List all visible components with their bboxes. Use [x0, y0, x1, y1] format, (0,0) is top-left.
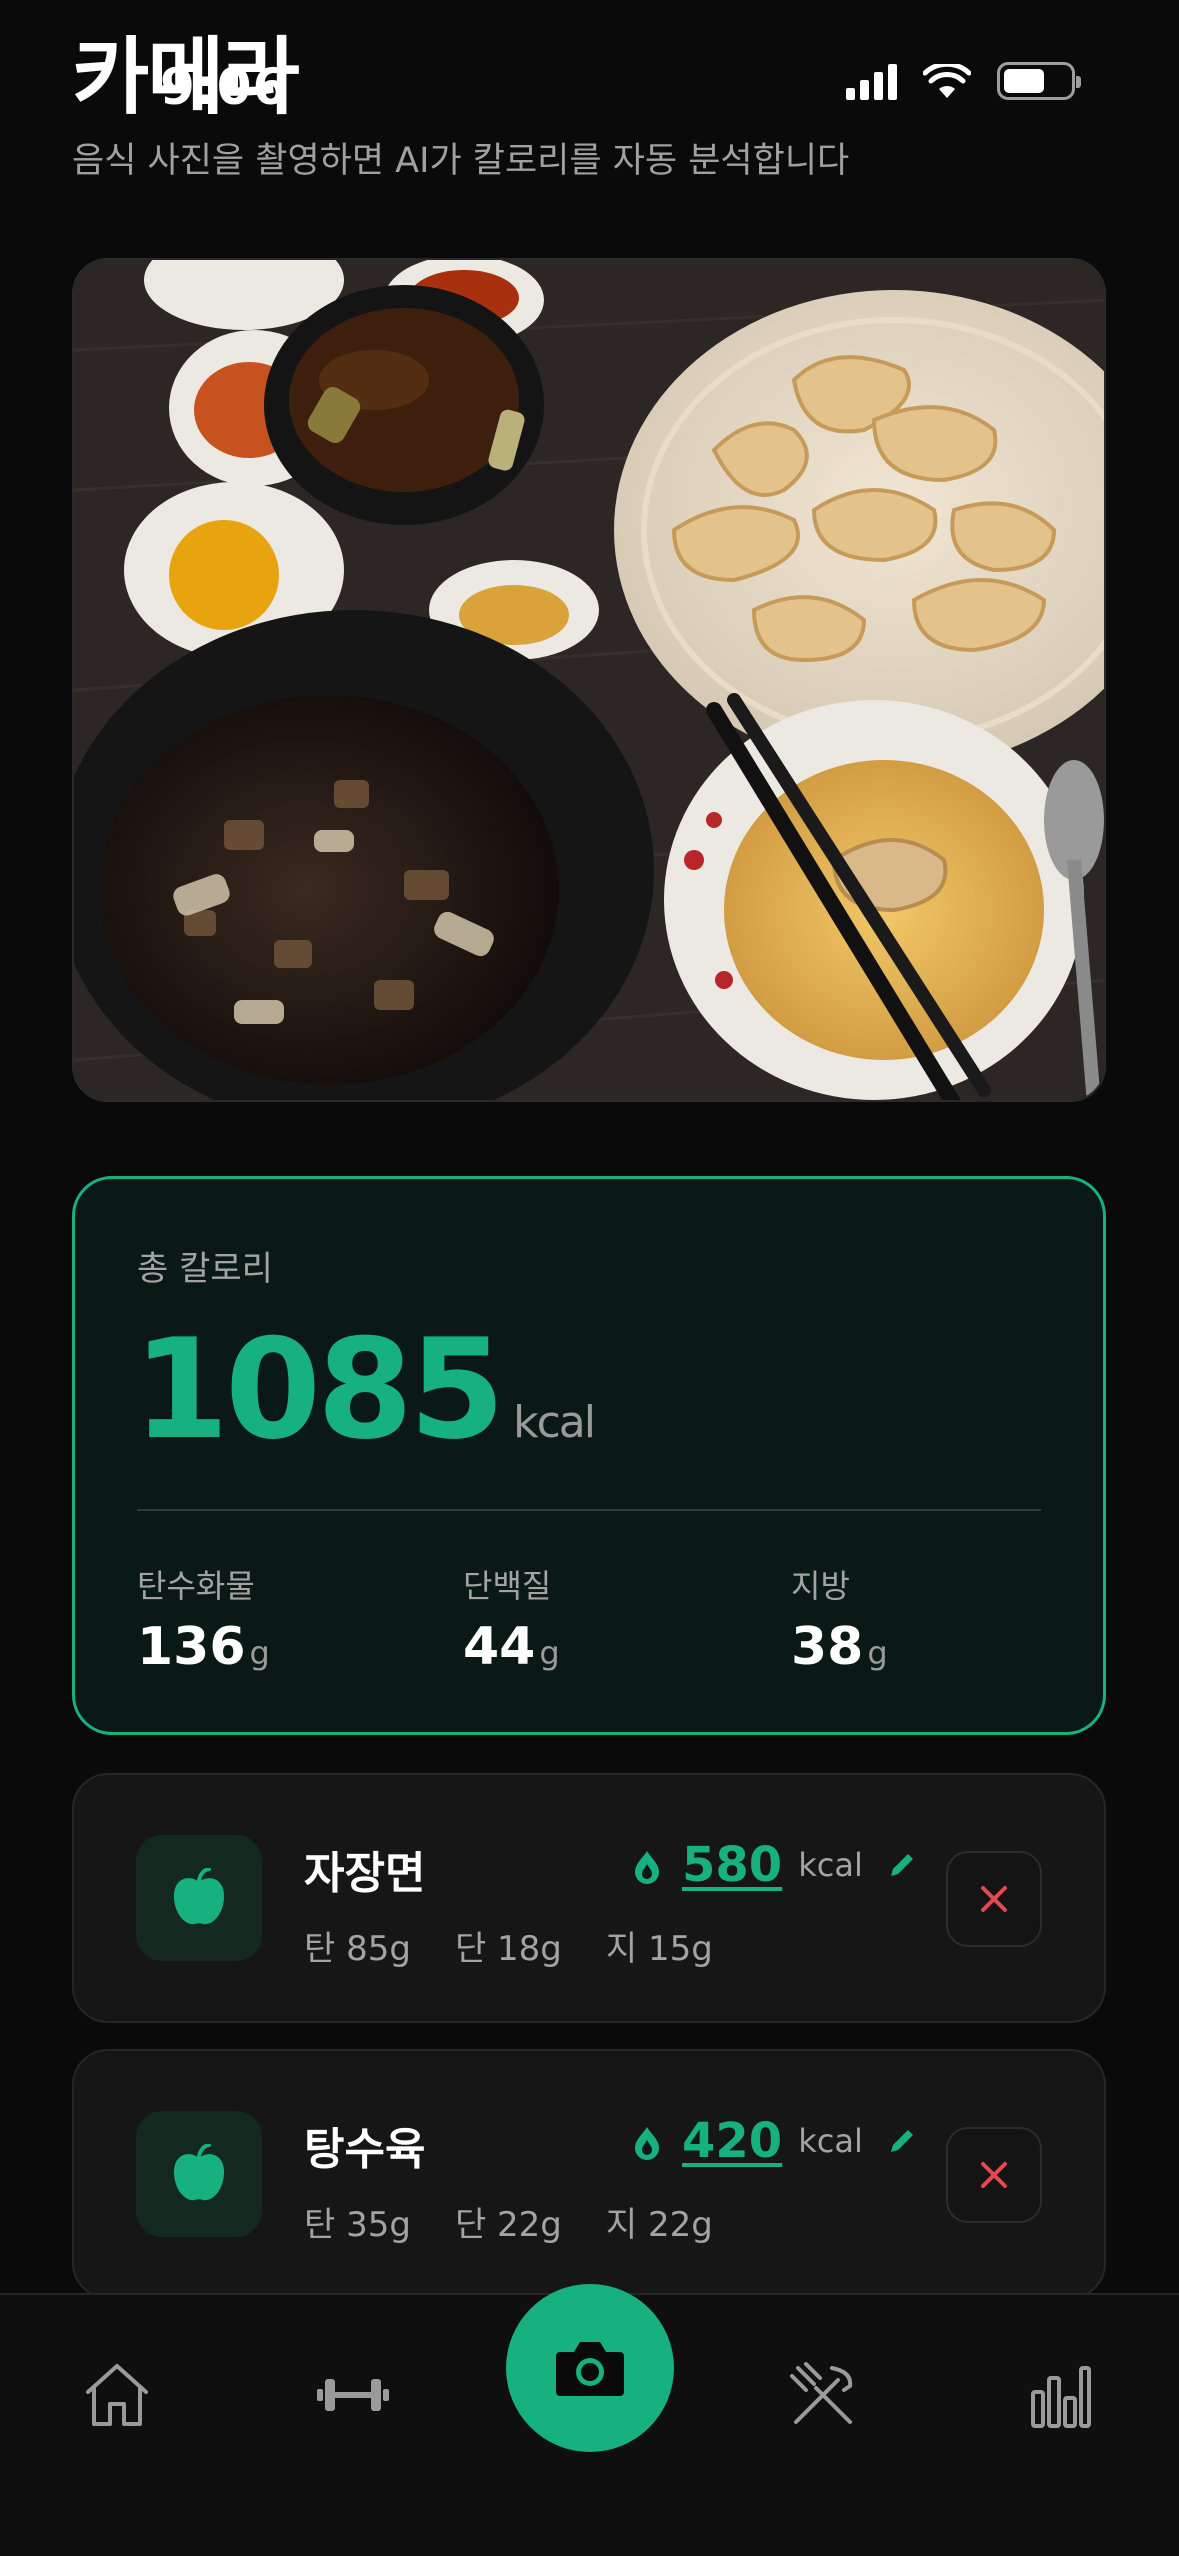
macro-carbs: 탄수화물 136 g	[137, 1561, 270, 1677]
food-calorie-value[interactable]: 420	[682, 2113, 782, 2169]
macro-fat: 지방 38 g	[791, 1561, 888, 1677]
wifi-icon	[923, 64, 971, 98]
camera-button[interactable]	[506, 2284, 674, 2452]
cellular-signal-icon	[846, 62, 897, 100]
nav-home[interactable]	[77, 2355, 157, 2435]
close-icon	[981, 2162, 1007, 2188]
camera-screen: 9:06 카메라 음식 사진을 촬영하면 AI가 칼로리를 자동 분석합니다 총…	[0, 0, 1179, 2556]
food-calorie-unit: kcal	[798, 2122, 863, 2160]
food-carb: 탄 35g	[304, 2205, 411, 2245]
total-calorie-unit: kcal	[513, 1397, 596, 1448]
nav-meals[interactable]	[783, 2355, 863, 2435]
calorie-summary-card: 총 칼로리 1085 kcal 탄수화물 136 g 단백질 44 g 지방 38 g	[72, 1176, 1106, 1735]
battery-icon	[997, 62, 1081, 100]
dumbbell-icon	[317, 2379, 389, 2411]
macro-value: 136	[137, 1617, 246, 1677]
flame-icon	[635, 1851, 659, 1884]
food-photo[interactable]	[72, 258, 1106, 1102]
food-photo-image	[74, 260, 1104, 1100]
macro-label: 지방	[791, 1567, 850, 1605]
food-carb: 탄 85g	[304, 1929, 411, 1969]
food-item: 탕수육 420 kcal 탄 35g 단 22g 지 22g	[72, 2049, 1106, 2299]
fork-knife-icon	[790, 2362, 853, 2424]
home-icon	[86, 2364, 148, 2426]
food-item: 자장면 580 kcal 탄 85g 단 18g 지 15g	[72, 1773, 1106, 2023]
summary-divider	[137, 1509, 1041, 1511]
page-subtitle: 음식 사진을 촬영하면 AI가 칼로리를 자동 분석합니다	[72, 141, 850, 181]
nav-stats[interactable]	[1021, 2355, 1101, 2435]
food-name: 탕수육	[304, 2124, 426, 2175]
apple-icon	[136, 2111, 262, 2237]
camera-icon	[556, 2342, 624, 2396]
flame-icon	[635, 2127, 659, 2160]
edit-pencil-icon[interactable]	[887, 2126, 917, 2156]
food-protein: 단 18g	[454, 1929, 562, 1969]
food-calorie: 580 kcal	[634, 1837, 917, 1893]
food-calorie-value[interactable]: 580	[682, 1837, 782, 1893]
food-name: 자장면	[304, 1848, 426, 1899]
macro-unit: g	[867, 1634, 888, 1672]
total-calorie-row: 1085 kcal	[133, 1309, 596, 1470]
macro-label: 탄수화물	[137, 1567, 255, 1605]
total-calorie-value: 1085	[133, 1309, 505, 1470]
macro-unit: g	[249, 1634, 270, 1672]
food-calorie: 420 kcal	[634, 2113, 917, 2169]
food-fat: 지 22g	[605, 2205, 713, 2245]
page-title: 카메라	[72, 28, 300, 126]
macro-label: 단백질	[463, 1567, 552, 1605]
delete-food-button[interactable]	[946, 2127, 1042, 2223]
macro-value: 44	[463, 1617, 536, 1677]
close-icon	[981, 1886, 1007, 1912]
food-macros: 탄 35g 단 22g 지 22g	[304, 2197, 713, 2246]
nav-workout[interactable]	[313, 2355, 393, 2435]
bar-chart-icon	[1031, 2366, 1091, 2428]
food-protein: 단 22g	[454, 2205, 562, 2245]
delete-food-button[interactable]	[946, 1851, 1042, 1947]
food-macros: 탄 85g 단 18g 지 15g	[304, 1921, 713, 1970]
edit-pencil-icon[interactable]	[887, 1850, 917, 1880]
macro-protein: 단백질 44 g	[463, 1561, 560, 1677]
total-calorie-label: 총 칼로리	[137, 1249, 273, 1289]
apple-icon	[136, 1835, 262, 1961]
status-indicators	[846, 62, 1081, 100]
food-calorie-unit: kcal	[798, 1846, 863, 1884]
food-fat: 지 15g	[605, 1929, 713, 1969]
macro-unit: g	[539, 1634, 560, 1672]
macro-value: 38	[791, 1617, 864, 1677]
